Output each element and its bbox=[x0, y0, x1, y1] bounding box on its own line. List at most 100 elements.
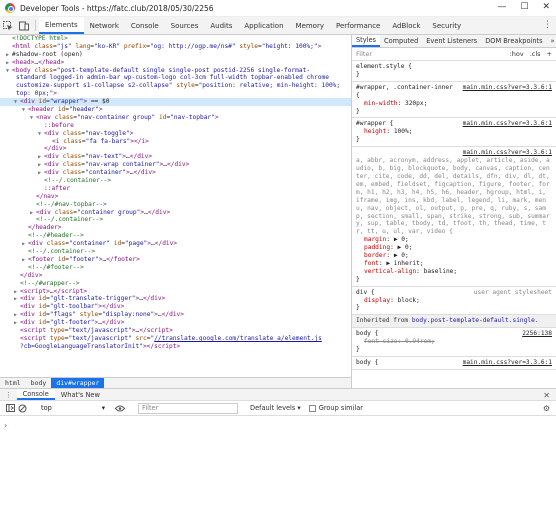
dom-node[interactable]: top: 0px;"> bbox=[0, 90, 351, 98]
css-rule[interactable]: main.min.css?ver=3.3.6:1 #wrapper, .cont… bbox=[352, 82, 556, 119]
css-declaration[interactable]: height: 100%; bbox=[356, 128, 552, 136]
dom-node[interactable]: <!--/.container--> bbox=[0, 216, 351, 224]
css-rule[interactable]: main.min.css?ver=3.3.6:1 a, abbr, acrony… bbox=[352, 147, 556, 287]
css-declaration[interactable]: min-width: 320px; bbox=[356, 100, 552, 108]
dom-node[interactable]: ▶ <footer id="footer">…</footer> bbox=[0, 256, 351, 264]
css-rule[interactable]: user agent stylesheet div { display: blo… bbox=[352, 287, 556, 316]
dom-node[interactable]: <script type="text/javascript" src="//tr… bbox=[0, 335, 351, 343]
dom-node[interactable]: </nav> bbox=[0, 193, 351, 201]
dom-node[interactable]: <html class="js" lang="ko-KR" prefix="og… bbox=[0, 43, 351, 51]
tab-console[interactable]: Console bbox=[125, 17, 165, 34]
tab-application[interactable]: Application bbox=[238, 17, 289, 34]
dom-node[interactable]: ▶ <script>…</script> bbox=[0, 288, 351, 296]
dom-node[interactable]: ▼ <body class="post-template-default sing… bbox=[0, 67, 351, 75]
device-toolbar-icon[interactable] bbox=[16, 17, 32, 34]
dom-node[interactable]: </div> bbox=[0, 272, 351, 280]
dom-node[interactable]: ▶ <div class="nav-text">…</div> bbox=[0, 153, 351, 161]
drawer-tab-what-s-new[interactable]: What's New bbox=[55, 389, 106, 400]
dom-node[interactable]: <!DOCTYPE html> bbox=[0, 35, 351, 43]
sidebar-tab-dom-breakpoints[interactable]: DOM Breakpoints bbox=[481, 35, 546, 47]
gear-icon[interactable]: ⚙ bbox=[543, 404, 550, 413]
close-drawer-icon[interactable]: ✕ bbox=[543, 391, 550, 400]
inherited-from-link[interactable]: body.post-template-default.single. bbox=[412, 317, 539, 324]
elements-tree[interactable]: <!DOCTYPE html> <html class="js" lang="ko… bbox=[0, 35, 351, 377]
css-declaration[interactable]: border: ▶ 0; bbox=[356, 252, 552, 260]
dom-node[interactable]: </div> bbox=[0, 145, 351, 153]
dom-node[interactable]: ▶ <div class="container group">…</div> bbox=[0, 209, 351, 217]
css-declaration-overridden[interactable]: font-size: 0.94rem; bbox=[356, 338, 552, 346]
breadcrumb-item[interactable]: html bbox=[0, 378, 26, 388]
rule-source-link[interactable]: main.min.css?ver=3.3.6:1 bbox=[463, 120, 552, 128]
sidebar-tab-event-listeners[interactable]: Event Listeners bbox=[422, 35, 481, 47]
log-levels-dropdown[interactable]: Default levels ▾ bbox=[250, 404, 301, 412]
clear-console-icon[interactable] bbox=[16, 403, 28, 413]
more-options-icon[interactable]: ⋮ bbox=[543, 20, 552, 30]
inspect-element-icon[interactable] bbox=[0, 17, 16, 34]
styles-filter-input[interactable]: Filter bbox=[356, 50, 372, 58]
breadcrumb-item[interactable]: body bbox=[26, 378, 52, 388]
dom-node[interactable]: ▶ <head>…</head> bbox=[0, 59, 351, 67]
dom-node[interactable]: ▶ <div class="container" id="page">…</div… bbox=[0, 240, 351, 248]
minimize-icon[interactable]: — bbox=[497, 2, 506, 12]
show-sidebar-icon[interactable] bbox=[4, 403, 16, 413]
dom-node[interactable]: <!--/#footer--> bbox=[0, 264, 351, 272]
dom-node[interactable]: ▼ <nav class="nav-container group" id="na… bbox=[0, 114, 351, 122]
drawer-tab-console[interactable]: Console bbox=[16, 389, 55, 400]
rule-source-link[interactable]: main.min.css?ver=3.3.6:1 bbox=[463, 149, 552, 157]
dom-node[interactable]: <!--/.container--> bbox=[0, 177, 351, 185]
tab-audits[interactable]: Audits bbox=[204, 17, 238, 34]
breadcrumb-item[interactable]: div#wrapper bbox=[51, 378, 105, 388]
tab-network[interactable]: Network bbox=[84, 17, 125, 34]
css-declaration[interactable]: font: ▶ inherit; bbox=[356, 260, 552, 268]
tab-sources[interactable]: Sources bbox=[165, 17, 205, 34]
class-toggle[interactable]: .cls bbox=[530, 50, 541, 58]
dom-node[interactable]: standard logged-in admin-bar wp-custom-l… bbox=[0, 74, 351, 82]
css-declaration[interactable]: margin: ▶ 0; bbox=[356, 236, 552, 244]
tab-security[interactable]: Security bbox=[426, 17, 467, 34]
rule-source-link[interactable]: main.min.css?ver=3.3.6:1 bbox=[463, 359, 552, 367]
hover-state-toggle[interactable]: :hov bbox=[510, 50, 524, 58]
sidebar-tab-styles[interactable]: Styles bbox=[352, 35, 380, 47]
dom-node[interactable]: ::before bbox=[0, 122, 351, 130]
rule-source-link[interactable]: main.min.css?ver=3.3.6:1 bbox=[463, 84, 552, 92]
tab-performance[interactable]: Performance bbox=[330, 17, 386, 34]
css-declaration[interactable]: padding: ▶ 0; bbox=[356, 244, 552, 252]
live-expression-eye-icon[interactable] bbox=[114, 403, 126, 413]
css-declaration[interactable]: display: block; bbox=[356, 297, 552, 305]
dom-node[interactable]: <!--/#wrapper--> bbox=[0, 280, 351, 288]
more-tabs-chevron-icon[interactable]: » bbox=[547, 35, 556, 47]
context-selector[interactable]: top ▾ bbox=[38, 403, 108, 414]
element-style-rule[interactable]: element.style { } bbox=[352, 61, 556, 82]
dom-node[interactable]: ::after bbox=[0, 185, 351, 193]
dom-node[interactable]: ▶ <div id="glt-footer">…</div> bbox=[0, 319, 351, 327]
tab-adblock[interactable]: AdBlock bbox=[386, 17, 426, 34]
dom-node[interactable]: customize-support s1-collapse s2-collaps… bbox=[0, 82, 351, 90]
close-icon[interactable]: ✕ bbox=[542, 2, 550, 12]
dom-node[interactable]: </header> bbox=[0, 224, 351, 232]
group-similar-checkbox[interactable]: Group similar bbox=[308, 404, 363, 412]
css-rule[interactable]: 2256:138 body { font-size: 0.94rem; } bbox=[352, 328, 556, 357]
dom-node[interactable]: <!--/#header--> bbox=[0, 232, 351, 240]
console-prompt[interactable]: › bbox=[4, 421, 7, 430]
drawer-menu-icon[interactable]: ⋮ bbox=[0, 389, 17, 400]
tab-elements[interactable]: Elements bbox=[39, 17, 84, 34]
dom-node[interactable]: <script type="text/javascript">…</script… bbox=[0, 327, 351, 335]
dom-node[interactable]: ▼ <div class="nav-toggle"> bbox=[0, 130, 351, 138]
css-declaration[interactable]: vertical-align: baseline; bbox=[356, 268, 552, 276]
dom-node[interactable]: <div id="glt-toolbar"></div> bbox=[0, 303, 351, 311]
dom-node[interactable]: <!--/.container--> bbox=[0, 248, 351, 256]
new-rule-button[interactable]: + bbox=[547, 50, 552, 58]
css-rule[interactable]: main.min.css?ver=3.3.6:1 #wrapper { heig… bbox=[352, 118, 556, 148]
dom-node[interactable]: ▶ <div class="nav-wrap container">…</div> bbox=[0, 161, 351, 169]
dom-node[interactable]: ▶ <div id="flags" style="display:none">…<… bbox=[0, 311, 351, 319]
sidebar-tab-computed[interactable]: Computed bbox=[380, 35, 422, 47]
dom-node[interactable]: <i class="fa fa-bars"></i> bbox=[0, 138, 351, 146]
maximize-icon[interactable]: ☐ bbox=[520, 2, 528, 12]
console-filter-input[interactable]: Filter bbox=[138, 402, 238, 414]
rule-source-link[interactable]: 2256:138 bbox=[522, 330, 552, 338]
dom-node[interactable]: ▶ <div id="glt-translate-trigger">…</div> bbox=[0, 295, 351, 303]
dom-node[interactable]: ▼ <header id="header"> bbox=[0, 106, 351, 114]
dom-node[interactable]: ?cb=GoogleLanguageTranslatorInit"></scri… bbox=[0, 343, 351, 351]
dom-node[interactable]: ▶ <div class="container">…</div> bbox=[0, 169, 351, 177]
css-rule[interactable]: main.min.css?ver=3.3.6:1 body { bbox=[352, 357, 556, 370]
